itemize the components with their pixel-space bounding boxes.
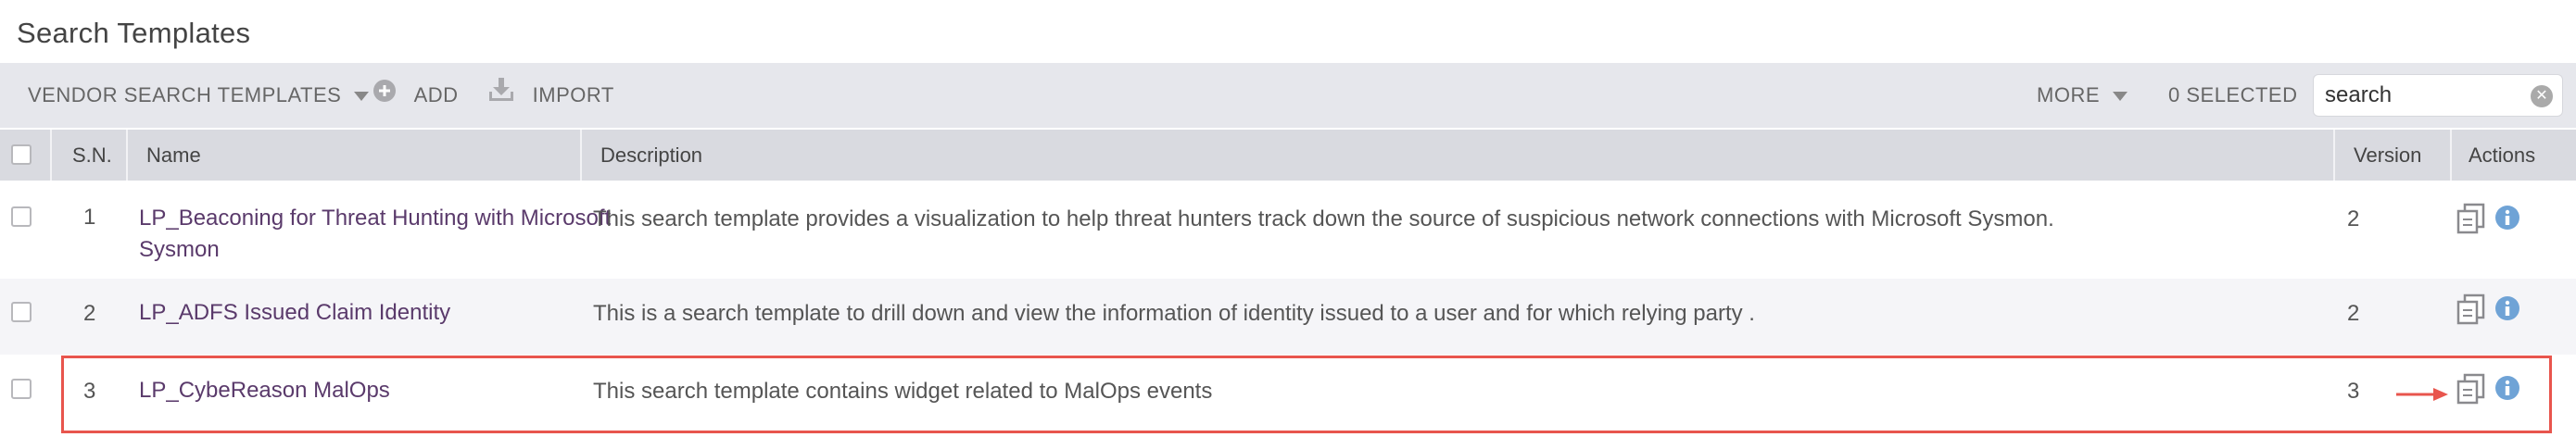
row-sn: 1 xyxy=(83,205,96,230)
info-icon[interactable] xyxy=(2494,295,2520,326)
import-button[interactable]: IMPORT xyxy=(487,63,614,128)
chevron-down-icon xyxy=(354,92,370,102)
add-circle-icon xyxy=(373,64,397,129)
table-row: 2 LP_ADFS Issued Claim Identity This is … xyxy=(0,279,2576,355)
chevron-down-icon xyxy=(2113,92,2128,102)
vendor-search-templates-label: VENDOR SEARCH TEMPLATES xyxy=(28,83,342,106)
select-all-checkbox[interactable] xyxy=(11,144,32,165)
table-header: S.N. Name Description Version Actions xyxy=(0,130,2576,181)
template-name-link[interactable]: LP_Beaconing for Threat Hunting with Mic… xyxy=(139,203,639,266)
column-header-version[interactable]: Version xyxy=(2354,130,2421,181)
column-header-description[interactable]: Description xyxy=(600,130,702,181)
template-description: This search template provides a visualiz… xyxy=(593,206,2054,231)
clear-search-icon[interactable]: ✕ xyxy=(2531,85,2553,107)
column-header-actions: Actions xyxy=(2469,144,2536,167)
search-input[interactable] xyxy=(2314,75,2533,116)
row-checkbox[interactable] xyxy=(11,379,32,399)
template-description: This is a search template to drill down … xyxy=(593,301,1755,326)
highlight-box xyxy=(61,356,2552,433)
search-field[interactable]: ✕ xyxy=(2313,74,2563,117)
info-icon[interactable] xyxy=(2494,205,2520,235)
arrow-right-icon xyxy=(2396,387,2448,406)
more-label: MORE xyxy=(2037,83,2100,106)
vendor-search-templates-dropdown[interactable]: VENDOR SEARCH TEMPLATES xyxy=(28,63,370,128)
import-label: IMPORT xyxy=(532,83,614,106)
table-row: 1 LP_Beaconing for Threat Hunting with M… xyxy=(0,181,2576,279)
add-label: ADD xyxy=(413,83,459,106)
template-version: 2 xyxy=(2347,206,2360,231)
import-icon xyxy=(487,64,515,129)
template-name-link[interactable]: LP_ADFS Issued Claim Identity xyxy=(139,297,639,329)
page-title: Search Templates xyxy=(17,17,251,49)
column-header-sn[interactable]: S.N. xyxy=(72,130,112,181)
selected-count: 0 SELECTED xyxy=(2168,83,2298,106)
copy-icon[interactable] xyxy=(2456,203,2487,239)
toolbar: VENDOR SEARCH TEMPLATES ADD IMPORT MORE … xyxy=(0,63,2576,128)
row-checkbox[interactable] xyxy=(11,302,32,322)
row-checkbox[interactable] xyxy=(11,206,32,227)
column-header-name[interactable]: Name xyxy=(146,130,201,181)
row-sn: 2 xyxy=(83,301,96,326)
add-button[interactable]: ADD xyxy=(373,63,459,128)
copy-icon[interactable] xyxy=(2456,293,2487,330)
template-version: 2 xyxy=(2347,301,2360,326)
more-dropdown[interactable]: MORE xyxy=(2037,63,2128,128)
